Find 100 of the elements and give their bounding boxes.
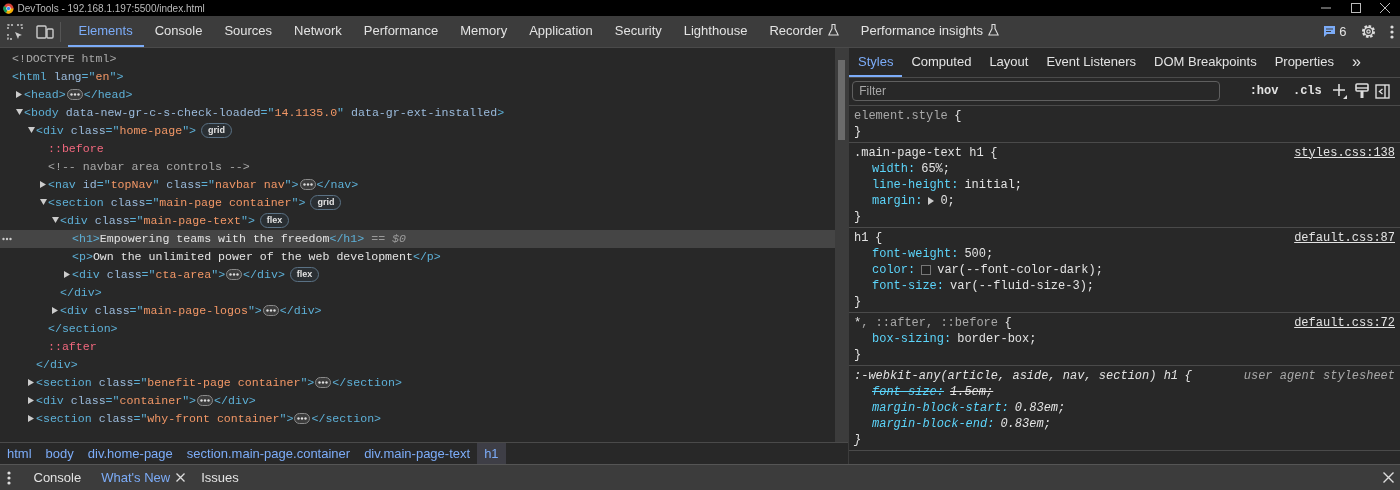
breadcrumb[interactable]: body [38, 443, 81, 464]
panel-tab[interactable]: Security [603, 16, 673, 47]
panel-tab[interactable]: Network [283, 16, 353, 47]
css-property[interactable]: font-weight: [872, 245, 959, 262]
dom-node-code[interactable]: <div class="home-page"> [36, 124, 197, 137]
dom-node-code[interactable]: <body data-new-gr-c-s-check-loaded="14.1135.0" data-gr-ext-installed> [24, 106, 505, 119]
css-property[interactable]: color: [872, 261, 916, 278]
sidebar-tab[interactable]: Styles [849, 48, 903, 77]
dom-node-code[interactable]: <div class="container"> [36, 394, 197, 407]
expand-triangle-icon[interactable] [64, 271, 70, 278]
dom-closing-tag: </nav> [316, 178, 359, 191]
css-property[interactable]: font-size: [872, 383, 944, 400]
dom-node-code[interactable]: <section class="why-front container"> [36, 412, 294, 425]
sidebar-tab[interactable]: Layout [980, 48, 1038, 77]
sidebar-toggle-icon[interactable] [1375, 83, 1391, 99]
dom-node-code[interactable]: ::after [48, 340, 97, 353]
sidebar-tab[interactable]: DOM Breakpoints [1145, 48, 1266, 77]
breadcrumb[interactable]: html [0, 443, 39, 464]
color-swatch[interactable] [921, 264, 932, 275]
css-property[interactable]: margin: [872, 192, 923, 209]
dom-closing-tag: </div> [36, 358, 78, 371]
expand-triangle-icon[interactable] [16, 91, 22, 98]
expand-button[interactable] [294, 413, 311, 425]
expand-button[interactable] [315, 377, 332, 389]
expand-button[interactable] [226, 269, 243, 281]
dom-node-code[interactable]: <!DOCTYPE html> [12, 52, 117, 65]
panel-tab[interactable]: Console [143, 16, 214, 47]
panel-tab[interactable]: Memory [449, 16, 519, 47]
close-drawer-icon[interactable] [1382, 472, 1394, 483]
panel-tab[interactable]: Application [518, 16, 604, 47]
layout-badge[interactable]: grid [201, 123, 233, 139]
close-icon[interactable] [1380, 3, 1391, 13]
dom-node-code[interactable]: <section class="benefit-page container"> [36, 376, 315, 389]
sidebar-tab[interactable]: Properties [1265, 48, 1343, 77]
hov-toggle[interactable]: :hov [1245, 82, 1283, 101]
css-property[interactable]: font-size: [872, 277, 944, 294]
sidebar-tab[interactable]: Computed [902, 48, 981, 77]
issues-button[interactable]: 6 [1323, 25, 1347, 38]
collapse-triangle-icon[interactable] [28, 127, 35, 133]
dom-node-code[interactable]: <div class="main-page-logos"> [60, 304, 262, 317]
dom-node-code[interactable]: <!-- navbar area controls --> [48, 160, 250, 173]
breadcrumb[interactable]: section.main-page.container [179, 443, 358, 464]
scrollbar[interactable] [835, 48, 848, 442]
device-toolbar-icon[interactable] [35, 23, 54, 40]
layout-badge[interactable]: flex [289, 267, 320, 283]
breadcrumb[interactable]: div.home-page [80, 443, 180, 464]
dom-node-code[interactable]: ::before [48, 142, 104, 155]
expand-button[interactable] [262, 305, 279, 317]
panel-tab[interactable]: Lighthouse [672, 16, 759, 47]
dom-node-code[interactable]: <nav id="topNav" class="navbar nav"> [48, 178, 299, 191]
dom-node-code[interactable]: <p>Own the unlimited power of the web development</p> [72, 250, 441, 263]
css-property[interactable]: width: [872, 160, 916, 177]
expand-triangle-icon[interactable] [28, 379, 34, 386]
dom-node-code[interactable]: <div class="main-page-text"> [60, 214, 255, 227]
panel-tab[interactable]: Recorder [758, 16, 850, 47]
maximize-icon[interactable] [1350, 3, 1361, 13]
source-link[interactable]: default.css:87 [1294, 229, 1395, 246]
expand-triangle-icon[interactable] [40, 181, 46, 188]
dom-node-code[interactable]: <html lang="en"> [12, 70, 124, 83]
css-property[interactable]: box-sizing: [872, 330, 952, 347]
css-property[interactable]: margin-block-end: [872, 415, 995, 432]
more-tabs-button[interactable]: » [1342, 48, 1370, 77]
collapse-triangle-icon[interactable] [16, 109, 23, 115]
collapse-triangle-icon[interactable] [40, 199, 47, 205]
filter-field[interactable]: Filter [852, 81, 1221, 102]
source-link[interactable]: default.css:72 [1294, 314, 1395, 331]
cls-toggle[interactable]: .cls [1288, 82, 1326, 101]
expand-triangle-icon[interactable] [28, 397, 34, 404]
more-menu-icon[interactable] [1389, 24, 1394, 39]
css-property[interactable]: line-height: [872, 176, 959, 193]
close-tab-icon[interactable] [176, 473, 186, 482]
plus-icon[interactable] [1332, 83, 1349, 100]
expand-button[interactable] [66, 89, 83, 101]
dom-node-code[interactable]: <div class="cta-area"> [72, 268, 226, 281]
drawer-tab[interactable]: Issues [191, 465, 249, 490]
settings-icon[interactable] [1359, 23, 1377, 40]
paint-brush-icon[interactable] [1354, 83, 1369, 100]
drawer-tab[interactable]: Console [23, 465, 92, 490]
breadcrumb[interactable]: div.main-page-text [357, 443, 478, 464]
source-link[interactable]: styles.css:138 [1294, 144, 1395, 161]
dom-node-code[interactable]: <head> [24, 88, 66, 101]
panel-tab[interactable]: Sources [213, 16, 284, 47]
expand-button[interactable] [197, 395, 214, 407]
expand-button[interactable] [299, 179, 316, 191]
inspect-icon[interactable] [6, 23, 23, 40]
drawer-menu-icon[interactable] [6, 470, 11, 485]
collapse-triangle-icon[interactable] [52, 217, 59, 223]
drawer-tab[interactable]: What's New [91, 465, 181, 490]
sidebar-tab[interactable]: Event Listeners [1037, 48, 1146, 77]
expand-triangle-icon[interactable] [28, 415, 34, 422]
expand-triangle-icon[interactable] [928, 196, 935, 205]
breadcrumb[interactable]: h1 [477, 443, 506, 464]
panel-tab[interactable]: Performance [352, 16, 450, 47]
dom-node-code[interactable]: <section class="main-page container"> [48, 196, 306, 209]
layout-badge[interactable]: grid [310, 195, 342, 211]
expand-triangle-icon[interactable] [52, 307, 58, 314]
layout-badge[interactable]: flex [259, 213, 290, 229]
css-value: 0.83em; [1000, 415, 1051, 432]
css-property[interactable]: margin-block-start: [872, 399, 1009, 416]
panel-tab[interactable]: Performance insights [849, 16, 1010, 47]
